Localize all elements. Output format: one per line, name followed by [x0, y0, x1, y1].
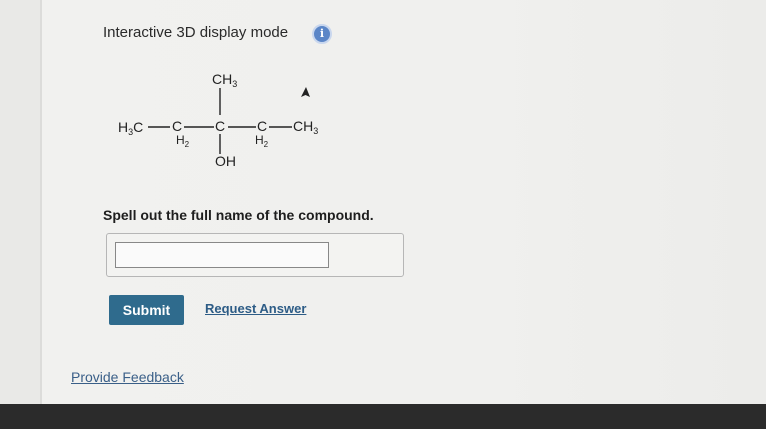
request-answer-link[interactable]: Request Answer	[205, 301, 306, 316]
display-mode-label: Interactive 3D display mode	[103, 24, 289, 41]
molecule-structure: H3C C H2 C CH3 OH C H2 CH3	[118, 71, 318, 169]
bottom-bar	[0, 404, 766, 429]
hydroxyl-group: OH	[215, 153, 236, 169]
ch2-a-hydrogens: H2	[176, 133, 190, 149]
question-prompt: Spell out the full name of the compound.	[103, 207, 374, 223]
ch2-b-hydrogens: H2	[255, 133, 269, 149]
answer-container	[106, 233, 404, 277]
right-methyl-group: CH3	[293, 118, 318, 136]
left-methyl-group: H3C	[118, 119, 143, 137]
top-methyl-group: CH3	[212, 71, 237, 89]
mouse-cursor-icon	[301, 87, 310, 97]
info-icon[interactable]: i	[312, 24, 332, 44]
center-carbon: C	[215, 118, 225, 134]
answer-input[interactable]	[115, 242, 329, 268]
provide-feedback-link[interactable]: Provide Feedback	[71, 369, 184, 385]
ch2-b-carbon: C	[257, 118, 267, 134]
ch2-a-carbon: C	[172, 118, 182, 134]
submit-button[interactable]: Submit	[109, 295, 184, 325]
